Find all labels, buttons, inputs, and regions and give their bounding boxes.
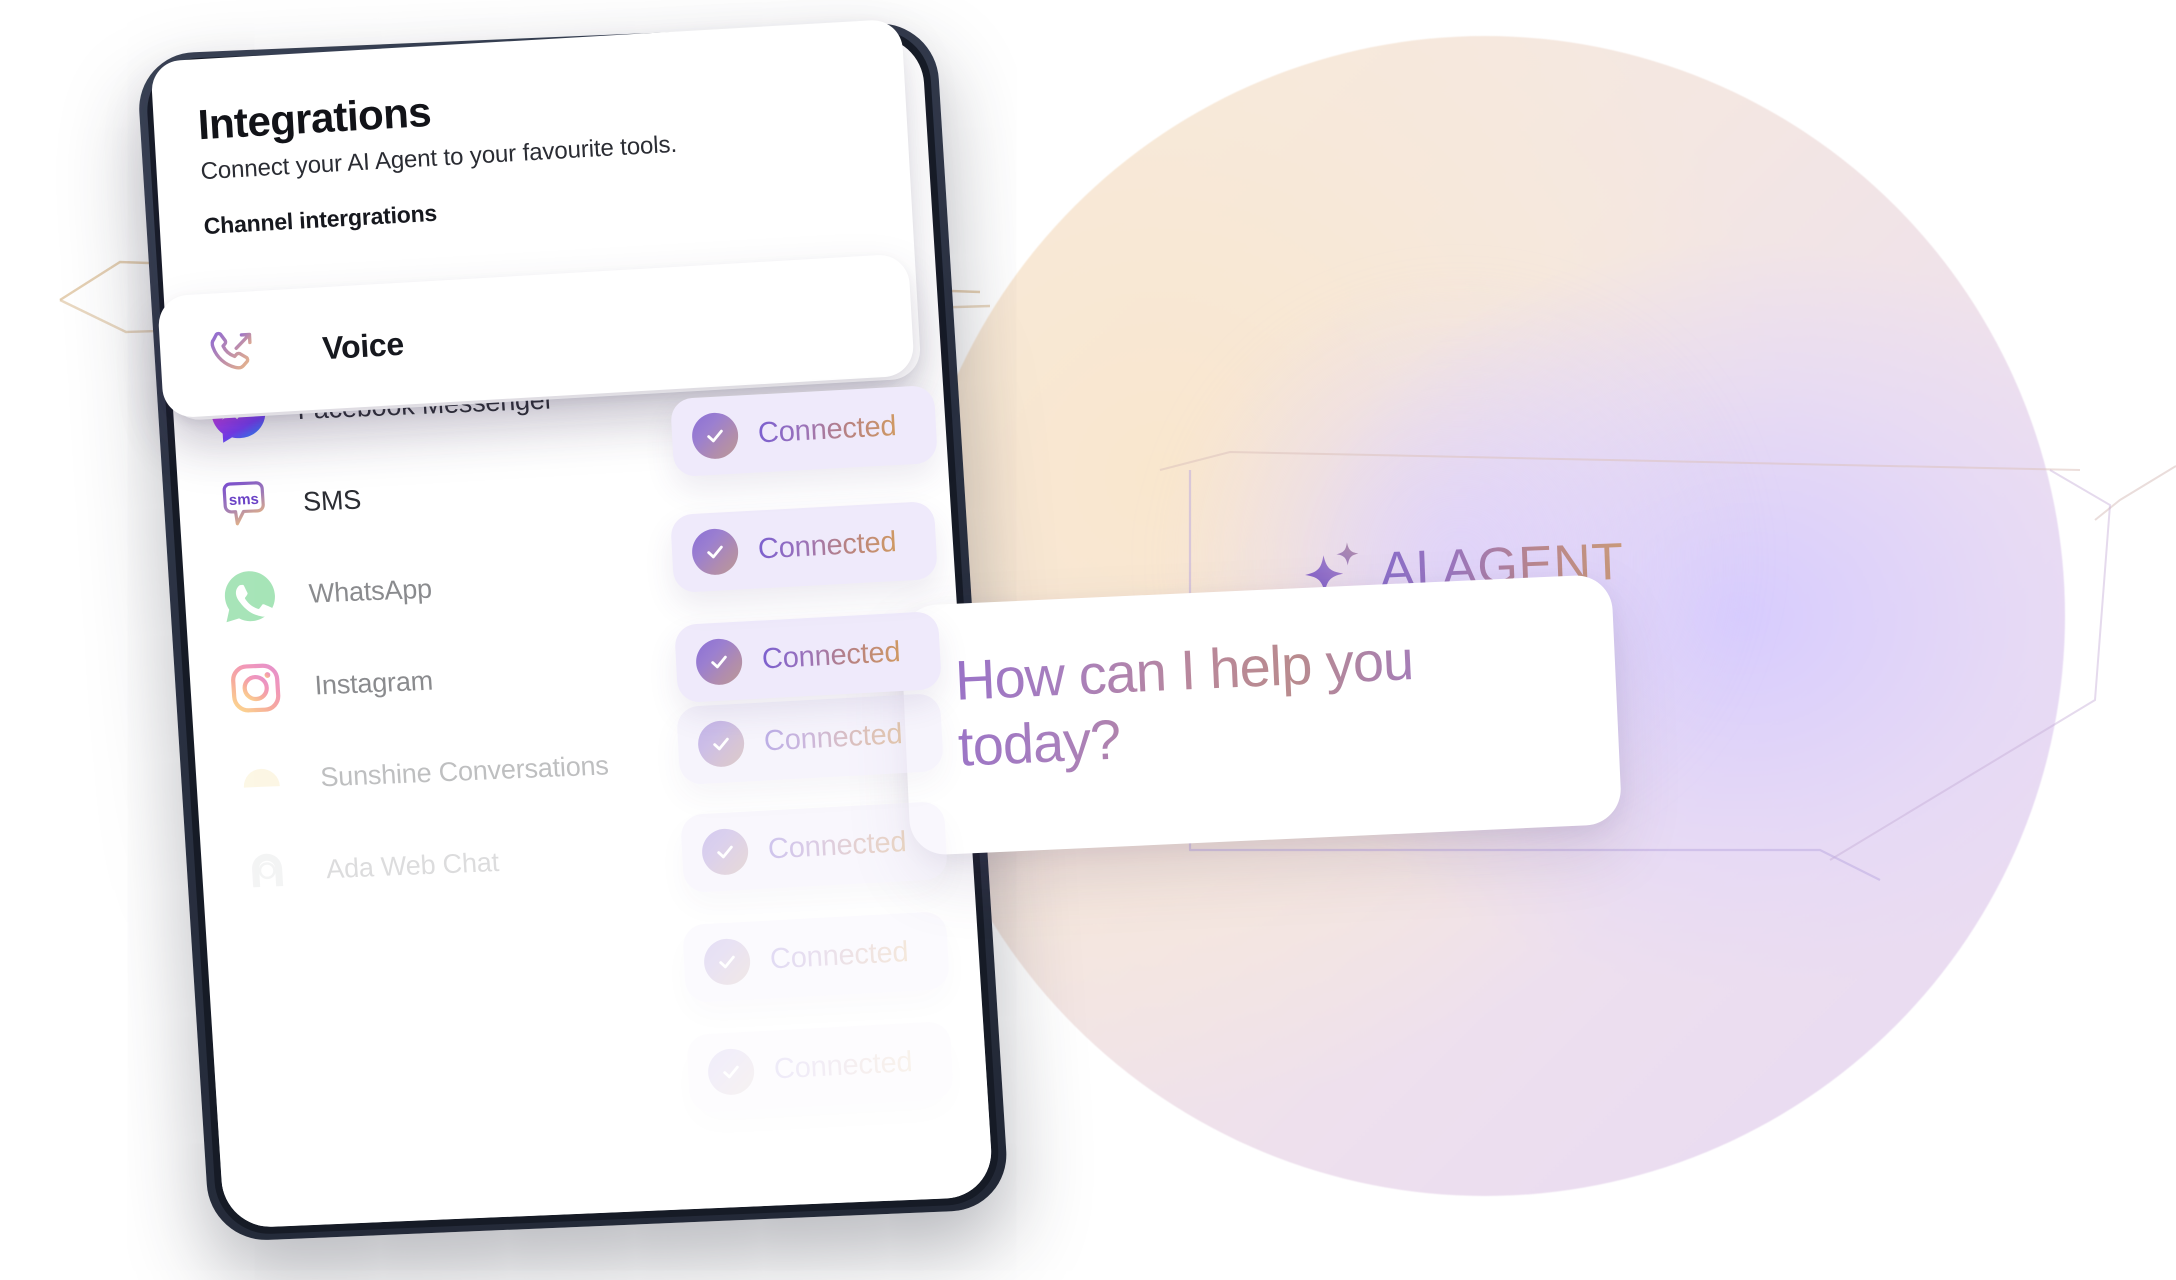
list-item-label: WhatsApp [307,573,433,609]
card-section-heading: Channel intergrations [203,199,438,240]
agent-greeting-text: How can I help you today? [954,627,1418,780]
status-badge-label: Connected [763,717,904,757]
list-item-label: SMS [302,484,362,517]
status-badge-label: Connected [757,409,898,449]
status-badge-label: Connected [757,525,898,565]
list-item-label: Ada Web Chat [325,846,500,885]
check-circle-icon [696,719,746,769]
check-circle-icon [700,827,750,877]
check-circle-icon [694,637,744,687]
check-circle-icon [690,411,740,461]
status-badge-label: Connected [761,635,902,675]
sms-icon: sms [211,473,277,537]
greeting-line-1: How can I help you [953,628,1415,712]
instagram-icon [223,656,289,720]
status-badge-label: Connected [773,1045,914,1085]
sunshine-conversations-icon [229,748,295,812]
whatsapp-icon [217,564,283,628]
list-item-label: Sunshine Conversations [319,750,610,793]
ada-web-chat-icon [234,840,300,904]
check-circle-icon [706,1047,756,1097]
status-badge[interactable]: Connected [686,1020,955,1114]
status-badge[interactable]: Connected [670,384,939,478]
svg-text:sms: sms [228,491,259,509]
status-badge[interactable]: Connected [676,692,945,786]
voice-label: Voice [321,325,405,366]
status-badge[interactable]: Connected [680,800,949,894]
list-item-label: Instagram [313,665,434,701]
check-circle-icon [702,937,752,987]
status-badge-label: Connected [767,825,908,865]
status-badge[interactable]: Connected [682,910,951,1004]
status-badge[interactable]: Connected [670,500,939,594]
outgoing-call-icon [199,321,264,386]
greeting-line-2: today? [956,707,1122,778]
check-circle-icon [690,527,740,577]
composition-stage: Integrations Connect your AI Agent to yo… [0,0,2176,1280]
agent-greeting-bubble: How can I help you today? [899,573,1623,857]
status-badge[interactable]: Connected [674,610,943,704]
status-badge-label: Connected [769,935,910,975]
